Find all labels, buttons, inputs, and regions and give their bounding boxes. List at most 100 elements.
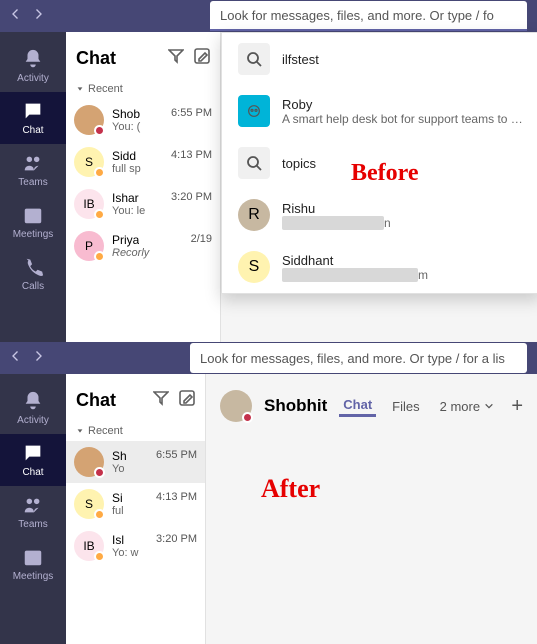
sidebar-item-calls[interactable]: Calls: [0, 248, 66, 300]
presence-indicator: [242, 412, 253, 423]
tab-files[interactable]: Files: [388, 397, 423, 416]
tab-chat[interactable]: Chat: [339, 395, 376, 417]
forward-icon[interactable]: [32, 7, 44, 25]
compose-icon[interactable]: [179, 390, 195, 411]
filter-icon[interactable]: [153, 390, 169, 411]
chat-item-name: Priya: [112, 233, 139, 247]
dropdown-title: Roby: [282, 97, 524, 112]
section-recent[interactable]: Recent: [66, 421, 205, 441]
main-area: Shobhit Chat Files 2 more + After: [206, 374, 537, 644]
chat-title: Chat: [76, 48, 158, 69]
chat-panel: Chat Recent Shob 6:55 PM You: ( S Sidd4:1…: [66, 32, 221, 342]
avatar: S: [74, 147, 104, 177]
chat-item-preview: ful: [112, 505, 197, 517]
presence-indicator: [94, 509, 105, 520]
back-icon[interactable]: [10, 349, 22, 367]
sidebar-item-label: Meetings: [13, 571, 54, 582]
nav-arrows: [10, 349, 44, 367]
dropdown-title: Rishu: [282, 201, 391, 216]
sidebar-item-meetings[interactable]: Meetings: [0, 538, 66, 590]
sidebar-item-chat[interactable]: Chat: [0, 92, 66, 144]
chat-item-preview: full sp: [112, 163, 212, 175]
dropdown-item[interactable]: ilfstest: [222, 33, 537, 85]
search-input[interactable]: Look for messages, files, and more. Or t…: [210, 1, 527, 31]
screenshot-before: Look for messages, files, and more. Or t…: [0, 0, 537, 342]
chat-panel: Chat Recent Sh 6:55 PM Yo S Si4:13 PM ful…: [66, 374, 206, 644]
avatar: [74, 447, 104, 477]
chat-item-preview: You: (: [112, 121, 212, 133]
chat-item-time: 6:55 PM: [171, 107, 212, 121]
chat-item[interactable]: Shob 6:55 PM You: (: [66, 99, 220, 141]
avatar: P: [74, 231, 104, 261]
sidebar-item-teams[interactable]: Teams: [0, 486, 66, 538]
add-tab-button[interactable]: +: [511, 395, 523, 418]
avatar: IB: [74, 189, 104, 219]
search-icon: [238, 43, 270, 75]
forward-icon[interactable]: [32, 349, 44, 367]
avatar: S: [74, 489, 104, 519]
chat-item-time: 3:20 PM: [171, 191, 212, 205]
avatar: R: [238, 199, 270, 231]
chat-item-preview: Yo: [112, 463, 197, 475]
app-sidebar: Activity Chat Teams Meetings: [0, 374, 66, 644]
screenshot-after: Look for messages, files, and more. Or t…: [0, 342, 537, 644]
chat-item-preview: Recorly: [112, 247, 212, 259]
dropdown-subtitle: A smart help desk bot for support teams …: [282, 112, 524, 126]
filter-icon[interactable]: [168, 48, 184, 69]
sidebar-item-label: Activity: [17, 415, 49, 426]
chat-item[interactable]: P Priya 2/19 Recorly: [66, 225, 220, 267]
sidebar-item-label: Teams: [18, 177, 47, 188]
presence-indicator: [94, 467, 105, 478]
sidebar-item-activity[interactable]: Activity: [0, 382, 66, 434]
chat-item[interactable]: Sh 6:55 PM Yo: [66, 441, 205, 483]
chat-item[interactable]: S Sidd4:13 PM full sp: [66, 141, 220, 183]
sidebar-item-label: Meetings: [13, 229, 54, 240]
bot-icon: [238, 95, 270, 127]
chat-item-name: Isl: [112, 533, 124, 547]
chat-item[interactable]: S Si4:13 PM ful: [66, 483, 205, 525]
sidebar-item-chat[interactable]: Chat: [0, 434, 66, 486]
sidebar-item-label: Calls: [22, 281, 44, 292]
chat-item-time: 6:55 PM: [156, 449, 197, 463]
sidebar-item-teams[interactable]: Teams: [0, 144, 66, 196]
sidebar-item-label: Activity: [17, 73, 49, 84]
search-icon: [238, 147, 270, 179]
conversation-header: Shobhit Chat Files 2 more +: [220, 388, 523, 424]
dropdown-item[interactable]: topics: [222, 137, 537, 189]
presence-indicator: [94, 251, 105, 262]
chat-item[interactable]: IB Ishar3:20 PM You: le: [66, 183, 220, 225]
section-recent[interactable]: Recent: [66, 79, 220, 99]
dropdown-item[interactable]: S Siddhant ████████████████m: [222, 241, 537, 293]
tab-more[interactable]: 2 more: [436, 397, 498, 416]
search-dropdown: ilfstest Roby A smart help desk bot for …: [221, 32, 537, 294]
chat-header: Chat: [66, 374, 205, 421]
dropdown-subtitle: ████████████████m: [282, 268, 428, 282]
dropdown-item[interactable]: Roby A smart help desk bot for support t…: [222, 85, 537, 137]
sidebar-item-label: Teams: [18, 519, 47, 530]
titlebar: Look for messages, files, and more. Or t…: [0, 342, 537, 374]
sidebar-item-label: Chat: [22, 125, 43, 136]
sidebar-item-meetings[interactable]: Meetings: [0, 196, 66, 248]
chat-item-name: Sh: [112, 449, 127, 463]
chat-item-time: 2/19: [191, 233, 212, 247]
dropdown-title: ilfstest: [282, 52, 319, 67]
dropdown-item[interactable]: R Rishu ████████████n: [222, 189, 537, 241]
main-area: ilfstest Roby A smart help desk bot for …: [221, 32, 537, 342]
search-input[interactable]: Look for messages, files, and more. Or t…: [190, 343, 527, 373]
chat-item-name: Sidd: [112, 149, 136, 163]
chat-item-name: Ishar: [112, 191, 139, 205]
chat-header: Chat: [66, 32, 220, 79]
avatar: IB: [74, 531, 104, 561]
dropdown-title: topics: [282, 156, 316, 171]
nav-arrows: [10, 7, 44, 25]
chat-item-name: Shob: [112, 107, 140, 121]
sidebar-item-activity[interactable]: Activity: [0, 40, 66, 92]
presence-indicator: [94, 125, 105, 136]
app-sidebar: Activity Chat Teams Meetings Calls: [0, 32, 66, 342]
compose-icon[interactable]: [194, 48, 210, 69]
conversation-title: Shobhit: [264, 396, 327, 416]
chat-item[interactable]: IB Isl3:20 PM Yo: w: [66, 525, 205, 567]
sidebar-item-label: Chat: [22, 467, 43, 478]
chat-item-name: Si: [112, 491, 123, 505]
back-icon[interactable]: [10, 7, 22, 25]
